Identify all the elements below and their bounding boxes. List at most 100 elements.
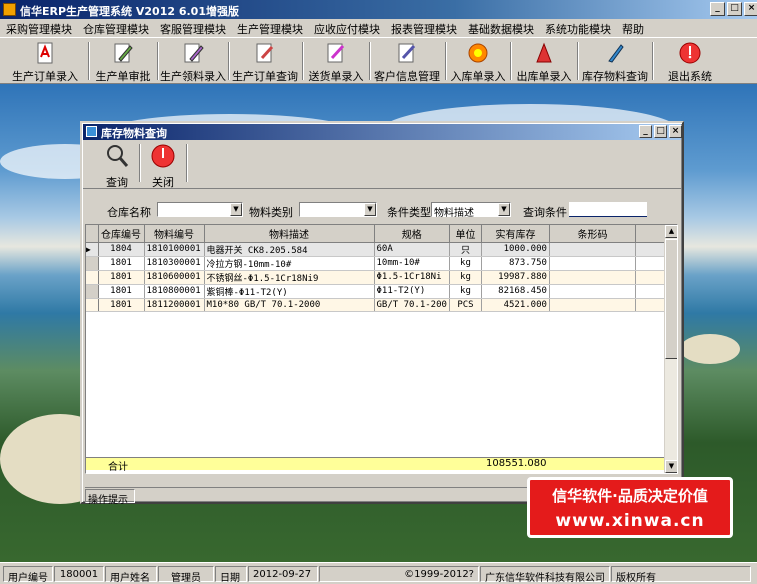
maximize-icon[interactable]: □ xyxy=(727,2,742,16)
child-window-controls: _ □ × xyxy=(639,125,682,138)
menu-help[interactable]: 帮助 xyxy=(616,19,649,37)
query-condition-label: 查询条件 xyxy=(523,206,567,219)
child-title: 库存物料查询 xyxy=(101,127,167,140)
customer-info-icon xyxy=(398,43,416,63)
form-edit-icon xyxy=(184,43,204,63)
child-minimize-icon[interactable]: _ xyxy=(639,125,652,138)
close-icon[interactable]: × xyxy=(744,2,757,16)
toolbar-separator xyxy=(369,42,371,80)
toolbar-separator xyxy=(652,42,654,80)
total-label: 合计 xyxy=(108,462,128,473)
production-order-query-button[interactable]: 生产订单查询 xyxy=(231,39,299,83)
user-name-value: 管理员 xyxy=(158,566,214,584)
stock-out-icon xyxy=(536,42,552,63)
col-material-code[interactable]: 物料编号 xyxy=(144,225,205,243)
inventory-query-icon xyxy=(608,44,624,63)
menu-reports[interactable]: 报表管理模块 xyxy=(385,19,462,37)
col-spec[interactable]: 规格 xyxy=(374,225,450,243)
query-condition-input[interactable] xyxy=(569,202,647,217)
promo-url: www.xinwa.cn xyxy=(555,511,705,531)
production-material-entry-button[interactable]: 生产领料录入 xyxy=(159,39,227,83)
child-toolbar: 查询 关闭 xyxy=(83,141,681,189)
operation-hint-label: 操作提示 xyxy=(85,489,135,506)
menu-system[interactable]: 系统功能模块 xyxy=(539,19,616,37)
pdf-document-icon xyxy=(37,42,53,64)
child-maximize-icon[interactable]: □ xyxy=(654,125,667,138)
window-controls: _ □ × xyxy=(710,2,757,16)
grid-scrollbar[interactable]: ▲ ▼ xyxy=(664,225,677,473)
table-row[interactable]: 1801 1810800001 紫铜棒-Φ11-T2(Y) Φ11-T2(Y) … xyxy=(86,284,676,299)
table-row[interactable]: 1801 1810600001 不锈钢丝-Φ1.5-1Cr18Ni9 Φ1.5-… xyxy=(86,270,676,285)
child-close-icon[interactable]: × xyxy=(669,125,682,138)
toolbar-separator xyxy=(577,42,579,80)
menu-customer-service[interactable]: 客服管理模块 xyxy=(154,19,231,37)
toolbar-separator xyxy=(228,42,230,80)
date-value: 2012-09-27 xyxy=(248,566,318,582)
status-bar: 用户编号 180001 用户姓名 管理员 日期 2012-09-27 ©1999… xyxy=(0,562,757,584)
condition-type-select[interactable]: 物料描述 ▼ xyxy=(431,202,511,219)
promo-banner: 信华软件·品质决定价值 www.xinwa.cn xyxy=(527,477,733,538)
chevron-down-icon[interactable]: ▼ xyxy=(364,203,376,216)
menu-purchase[interactable]: 采购管理模块 xyxy=(0,19,77,37)
warehouse-select[interactable]: ▼ xyxy=(157,202,243,217)
delivery-entry-button[interactable]: 送货单录入 xyxy=(304,39,368,83)
toolbar-separator xyxy=(510,42,512,80)
child-toolbar-separator xyxy=(186,144,188,182)
delivery-document-icon xyxy=(327,43,345,63)
grid-header-row: 仓库编号 物料编号 物料描述 规格 单位 实有库存 条形码 xyxy=(86,225,676,243)
total-row: 合计 108551.080 xyxy=(86,457,666,473)
category-select[interactable]: ▼ xyxy=(299,202,377,217)
user-id-value: 180001 xyxy=(54,566,104,582)
customer-info-button[interactable]: 客户信息管理 xyxy=(372,39,442,83)
stock-out-entry-button[interactable]: 出库单录入 xyxy=(513,39,575,83)
rights-text: 版权所有 xyxy=(611,566,751,584)
filter-bar: 仓库名称 ▼ 物料类别 ▼ 条件类型 物料描述 ▼ 查询条件 xyxy=(83,193,681,223)
menu-warehouse[interactable]: 仓库管理模块 xyxy=(77,19,154,37)
close-button[interactable]: 关闭 xyxy=(143,143,183,189)
col-unit[interactable]: 单位 xyxy=(449,225,482,243)
user-name-label: 用户姓名 xyxy=(105,566,157,584)
production-approval-button[interactable]: 生产单审批 xyxy=(90,39,156,83)
child-toolbar-separator xyxy=(139,144,141,182)
table-row[interactable]: 1801 1811200001 M10*80 GB/T 70.1-2000 GB… xyxy=(86,298,676,312)
warehouse-label: 仓库名称 xyxy=(107,206,151,219)
total-qty: 108551.080 xyxy=(486,458,547,469)
condition-type-label: 条件类型 xyxy=(387,206,431,219)
scroll-thumb[interactable] xyxy=(665,239,677,359)
inventory-query-button[interactable]: 库存物料查询 xyxy=(580,39,650,83)
table-row[interactable]: ▶ 1804 1810100001 电器开关 CK8.205.584 60A 只… xyxy=(86,242,676,257)
copyright-text: ©1999-2012? xyxy=(319,566,479,582)
col-material-desc[interactable]: 物料描述 xyxy=(204,225,375,243)
child-window-icon xyxy=(86,126,97,137)
minimize-icon[interactable]: _ xyxy=(710,2,725,16)
app-logo-icon xyxy=(3,3,16,16)
menu-bar: 采购管理模块 仓库管理模块 客服管理模块 生产管理模块 应收应付模块 报表管理模… xyxy=(0,19,757,37)
inventory-query-window: 库存物料查询 _ □ × 查询 关闭 仓库名称 ▼ 物料类别 ▼ 条件类型 物料… xyxy=(80,121,684,506)
query-button[interactable]: 查询 xyxy=(97,143,137,189)
category-label: 物料类别 xyxy=(249,206,293,219)
date-label: 日期 xyxy=(215,566,247,584)
chevron-down-icon[interactable]: ▼ xyxy=(230,203,242,216)
company-name: 广东信华软件科技有限公司 xyxy=(480,566,610,584)
user-id-label: 用户编号 xyxy=(3,566,53,584)
col-actual-stock[interactable]: 实有库存 xyxy=(481,225,550,243)
menu-base-data[interactable]: 基础数据模块 xyxy=(462,19,539,37)
col-warehouse-code[interactable]: 仓库编号 xyxy=(98,225,145,243)
menu-production[interactable]: 生产管理模块 xyxy=(231,19,308,37)
table-row[interactable]: 1801 1810300001 冷拉方钢-10mm-10# 10mm-10# k… xyxy=(86,256,676,271)
stock-in-entry-button[interactable]: 入库单录入 xyxy=(447,39,509,83)
inventory-grid: 仓库编号 物料编号 物料描述 规格 单位 实有库存 条形码 ▶ 1804 181… xyxy=(85,224,678,474)
col-barcode[interactable]: 条形码 xyxy=(549,225,636,243)
menu-receivable-payable[interactable]: 应收应付模块 xyxy=(308,19,385,37)
stock-in-icon xyxy=(468,43,488,63)
scroll-down-icon[interactable]: ▼ xyxy=(665,460,677,473)
chevron-down-icon[interactable]: ▼ xyxy=(498,203,510,216)
app-title: 信华ERP生产管理系统 V2012 6.01增强版 xyxy=(20,5,239,18)
row-selected-icon: ▶ xyxy=(86,242,99,257)
scroll-up-icon[interactable]: ▲ xyxy=(665,225,677,238)
promo-slogan: 信华软件·品质决定价值 xyxy=(552,487,708,505)
exit-system-button[interactable]: 退出系统 xyxy=(658,39,722,83)
inventory-table: 仓库编号 物料编号 物料描述 规格 单位 实有库存 条形码 ▶ 1804 181… xyxy=(86,225,676,312)
query-document-icon xyxy=(256,43,274,63)
production-order-entry-button[interactable]: 生产订单录入 xyxy=(4,39,86,83)
